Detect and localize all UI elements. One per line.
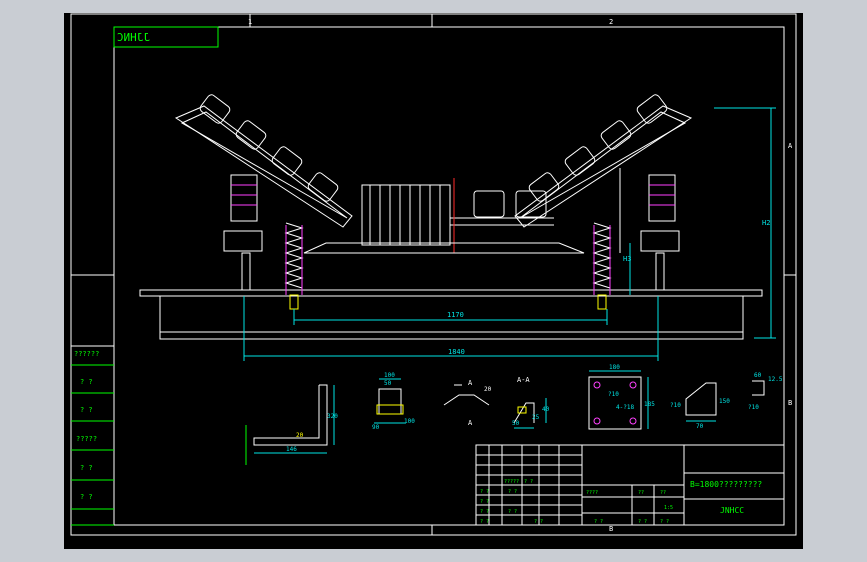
- section-mark-a-lower: A: [468, 419, 473, 427]
- left-roller-set: [199, 94, 339, 202]
- left-wing-frame: [174, 105, 353, 228]
- drawing-canvas: 1 2 A B B JJHNC ?????? ? ? ? ? ????? ? ?…: [64, 13, 803, 549]
- dim-angle-top: 60: [754, 372, 762, 379]
- dim-angle-h: ?10: [748, 404, 759, 411]
- right-spring-assembly: [592, 168, 680, 310]
- right-wing-frame: [514, 105, 693, 228]
- detail-clamp: 100 50 90 100: [372, 372, 415, 431]
- title-cell: ? ?: [534, 519, 543, 525]
- dim-plate-hole: ?10: [608, 391, 619, 398]
- detail-angle: 60 12.5 ?10: [748, 372, 783, 411]
- dim-angle-side: 12.5: [768, 376, 783, 383]
- left-table: ?????? ? ? ? ? ????? ? ? ? ?: [71, 345, 114, 526]
- detail-l-bracket: 146 320 20: [245, 384, 338, 465]
- section-mark-a-upper: A: [468, 379, 473, 387]
- title-cell: ? ?: [638, 519, 647, 525]
- title-cell: ????: [586, 490, 598, 496]
- dim-clamp-top: 100: [384, 372, 395, 379]
- title-cell: ? ?: [508, 509, 517, 515]
- left-table-cell: ?????: [76, 435, 97, 443]
- dim-gusset-bottom: 70: [696, 423, 704, 430]
- left-spring-assembly: [223, 174, 304, 310]
- dim-plate-width: 180: [609, 364, 620, 371]
- right-roller-set: [528, 94, 668, 202]
- detail-gusset: 70 150 ?10: [670, 382, 730, 430]
- zone-label-2: 2: [609, 18, 613, 26]
- left-table-cell: ? ?: [80, 378, 93, 386]
- detail-section-aa: A-A 50 40 25: [512, 376, 550, 429]
- title-cell: ? ?: [594, 519, 603, 525]
- detail-a-view: A A 20: [443, 379, 492, 427]
- title-cell: ? ?: [524, 479, 533, 485]
- section-title: A-A: [517, 376, 530, 384]
- title-block: ? ? ????? ? ? ? ? ? ? ? ? ???? ?? ?? 1:5…: [475, 444, 785, 526]
- title-cell: ? ?: [480, 519, 489, 525]
- zone-label-a: A: [788, 142, 793, 150]
- main-assembly: 1170 1840 H2 H3: [139, 94, 776, 361]
- dim-bracket-height: 320: [327, 413, 338, 420]
- left-table-cell: ? ?: [80, 406, 93, 414]
- zone-label-b: B: [788, 399, 792, 407]
- dim-overall-span: 1840: [448, 348, 465, 356]
- dim-gusset-side: 150: [719, 398, 730, 405]
- left-table-cell: ??????: [74, 350, 99, 358]
- dim-section-w2: 50: [512, 420, 520, 427]
- main-dimensions: 1170 1840 H2 H3: [243, 107, 776, 361]
- title-cell: ??: [638, 490, 644, 496]
- dim-gusset-h: ?10: [670, 402, 681, 409]
- detail-base-plate: 180 185 ?10 4-?18: [588, 364, 655, 430]
- dim-section-side: 25: [532, 414, 540, 421]
- title-cell: ? ?: [480, 499, 489, 505]
- title-cell: ? ?: [480, 509, 489, 515]
- title-cell: ?????: [504, 479, 519, 485]
- title-cell: ? ?: [480, 489, 489, 495]
- left-table-cell: ? ?: [80, 493, 93, 501]
- dim-overall-height: H2: [762, 219, 770, 227]
- title-cell: ??: [660, 490, 666, 496]
- left-table-cell: ? ?: [80, 464, 93, 472]
- dim-section-w1: 20: [484, 386, 492, 393]
- dim-clamp-left: 90: [372, 424, 380, 431]
- drawing-code: JNHCC: [720, 506, 744, 515]
- title-cell: ? ?: [508, 489, 517, 495]
- dim-inner-span: 1170: [447, 311, 464, 319]
- cad-drawing: 1 2 A B B JJHNC ?????? ? ? ? ? ????? ? ?…: [70, 13, 797, 536]
- dim-clamp-mid: 50: [384, 380, 392, 387]
- dim-section-h: 40: [542, 406, 550, 413]
- base-plate: [139, 289, 763, 297]
- zone-label-bottom: B: [609, 525, 613, 533]
- title-cell: ? ?: [660, 519, 669, 525]
- dim-bracket-small: 20: [296, 432, 304, 439]
- zone-label-1: 1: [248, 18, 252, 26]
- drawing-title: B=1800?????????: [690, 480, 762, 489]
- dim-clamp-bottom: 100: [404, 418, 415, 425]
- dim-spring-height: H3: [623, 255, 631, 263]
- dim-bracket-width: 146: [286, 446, 297, 453]
- dim-plate-height: 185: [644, 401, 655, 408]
- dim-plate-holes: 4-?18: [616, 404, 634, 411]
- outer-border: [70, 13, 797, 536]
- stamp-label: JJHNC: [117, 31, 150, 44]
- title-cell: 1:5: [664, 505, 673, 511]
